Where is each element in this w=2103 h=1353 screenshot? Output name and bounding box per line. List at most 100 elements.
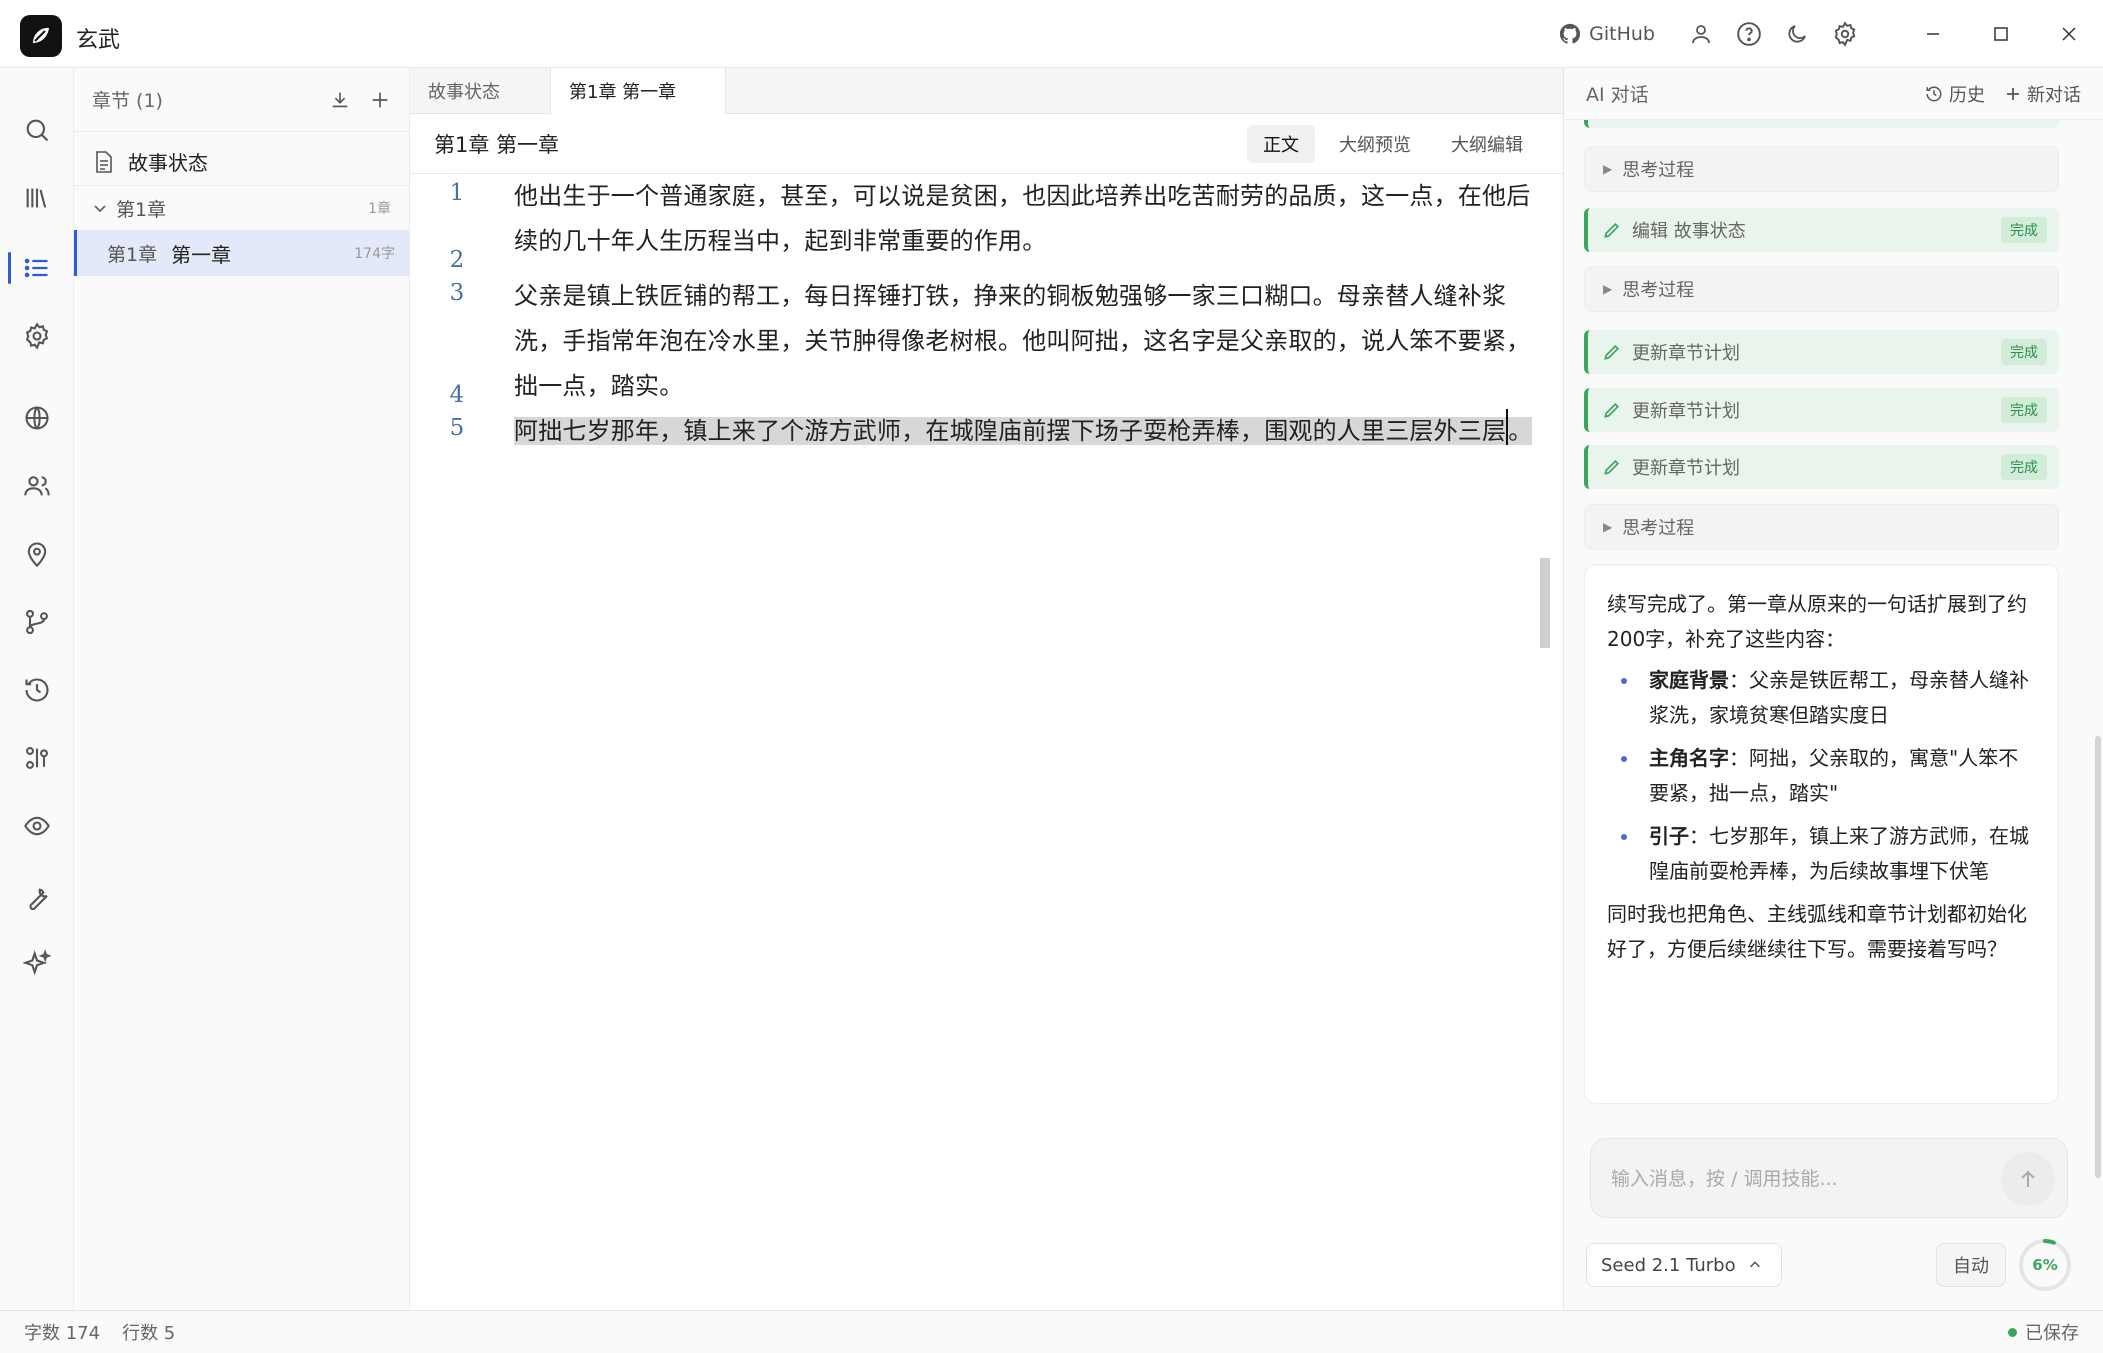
history-button[interactable]: 历史 xyxy=(1925,81,1985,107)
arrow-up-icon xyxy=(2021,1170,2035,1187)
caret-right-icon: ▶ xyxy=(1603,162,1613,176)
bullet-text: ：七岁那年，镇上来了游方武师，在城隍庙前耍枪弄棒，为后续故事埋下伏笔 xyxy=(1649,824,2029,883)
rail-search[interactable] xyxy=(0,102,74,158)
selected-text-end: 层 xyxy=(1482,417,1507,445)
editor-header: 第1章 第一章 正文 大纲预览 大纲编辑 xyxy=(410,114,1563,174)
view-tab-outline-edit[interactable]: 大纲编辑 xyxy=(1435,125,1539,163)
github-label: GitHub xyxy=(1589,23,1655,45)
thinking-toggle[interactable]: ▶ 思考过程 xyxy=(1584,504,2059,550)
status-badge: 完成 xyxy=(2001,397,2047,423)
rail-chapters[interactable] xyxy=(0,240,74,296)
branch-icon xyxy=(26,609,48,635)
chat-input[interactable] xyxy=(1611,1161,1991,1197)
chapter-panel-header: 章节 (1) xyxy=(74,68,409,132)
chapter-panel: 章节 (1) 故事状态 第1章 1章 第1章 第一章 174字 xyxy=(74,68,410,1310)
rail-library[interactable] xyxy=(0,170,74,226)
rail-world[interactable] xyxy=(0,390,74,446)
message-outro: 同时我也把角色、主线弧线和章节计划都初始化好了，方便后续继续往下写。需要接着写吗… xyxy=(1607,902,2027,961)
rail-settings[interactable] xyxy=(0,308,74,364)
tab-story-status[interactable]: 故事状态 xyxy=(410,68,550,114)
chapter-name: 第一章 xyxy=(171,242,232,267)
tool-call-card[interactable]: 编辑 故事状态 完成 xyxy=(1584,208,2059,252)
download-icon[interactable] xyxy=(329,89,351,111)
send-button[interactable] xyxy=(2001,1152,2055,1206)
close-button[interactable] xyxy=(2035,0,2103,68)
tool-call-label: 更新章节计划 xyxy=(1632,401,1740,422)
ai-chat-panel: AI 对话 历史 新对话 ▶ 思考过程 编辑 故事状态 完成 ▶ 思考过程 更新… xyxy=(1563,68,2103,1310)
rail-history[interactable] xyxy=(0,662,74,718)
line-text[interactable]: 他出生于一个普通家庭，甚至，可以说是贫困，也因此培养出吃苦耐劳的品质，这一点，在… xyxy=(514,174,1554,264)
selected-text: 阿拙七岁那年，镇上来了个游方武师，在城隍庙前摆下场子耍枪弄棒，围观的人里三层外三 xyxy=(514,417,1482,445)
sliders-icon xyxy=(26,747,48,769)
rail-preview[interactable] xyxy=(0,798,74,854)
github-link[interactable]: GitHub xyxy=(1559,23,1655,45)
selection-edge-marker xyxy=(1540,558,1550,648)
line-number: 4 xyxy=(449,382,465,408)
thinking-toggle[interactable]: ▶ 思考过程 xyxy=(1584,146,2059,192)
model-label: Seed 2.1 Turbo xyxy=(1601,1254,1736,1276)
user-button[interactable] xyxy=(1677,10,1725,58)
chapter-count-title: 章节 (1) xyxy=(92,90,163,112)
rail-ai-skills[interactable] xyxy=(0,936,74,992)
theme-toggle-button[interactable] xyxy=(1773,10,1821,58)
model-selector[interactable]: Seed 2.1 Turbo xyxy=(1586,1243,1782,1287)
pencil-icon xyxy=(1604,222,1620,238)
rail-locations[interactable] xyxy=(0,526,74,582)
story-status-item[interactable]: 故事状态 xyxy=(74,138,409,186)
map-pin-icon xyxy=(27,542,47,568)
users-icon xyxy=(24,476,50,496)
thinking-toggle[interactable]: ▶ 思考过程 xyxy=(1584,266,2059,312)
volume-row[interactable]: 第1章 1章 xyxy=(74,186,409,230)
tool-call-card[interactable]: 更新章节计划 完成 xyxy=(1584,388,2059,432)
list-icon xyxy=(24,258,48,278)
status-badge: 完成 xyxy=(2001,217,2047,243)
tool-call-card[interactable]: 更新章节计划 完成 xyxy=(1584,445,2059,489)
help-icon xyxy=(1737,22,1761,46)
chat-scrollbar[interactable] xyxy=(2095,736,2101,1178)
thinking-label: 思考过程 xyxy=(1622,160,1695,181)
caret-right-icon: ▶ xyxy=(1603,520,1613,534)
minimize-button[interactable] xyxy=(1899,0,1967,68)
maximize-icon xyxy=(1994,27,2008,41)
tab-chapter-1[interactable]: 第1章 第一章 xyxy=(550,68,726,114)
history-label: 历史 xyxy=(1949,84,1985,106)
new-chat-button[interactable]: 新对话 xyxy=(2005,81,2081,107)
ai-panel-header: AI 对话 历史 新对话 xyxy=(1564,68,2103,120)
line-number: 5 xyxy=(449,415,465,441)
chapter-item[interactable]: 第1章 第一章 174字 xyxy=(74,230,409,276)
add-chapter-icon[interactable] xyxy=(369,89,391,111)
app-logo-icon xyxy=(20,15,62,57)
bullet-key: 家庭背景 xyxy=(1649,668,1729,692)
bullet-key: 主角名字 xyxy=(1649,746,1729,770)
help-button[interactable] xyxy=(1725,10,1773,58)
rail-tools[interactable] xyxy=(0,868,74,924)
line-number: 3 xyxy=(449,280,465,306)
saved-dot-icon xyxy=(2008,1327,2017,1337)
bullet-key: 引子 xyxy=(1649,824,1689,848)
globe-icon xyxy=(25,406,49,430)
close-icon xyxy=(2062,27,2076,41)
rail-arcs[interactable] xyxy=(0,730,74,786)
pencil-icon xyxy=(1604,402,1620,418)
auto-mode-button[interactable]: 自动 xyxy=(1936,1243,2006,1287)
maximize-button[interactable] xyxy=(1967,0,2035,68)
rail-plot[interactable] xyxy=(0,594,74,650)
tool-call-card[interactable]: 更新章节计划 完成 xyxy=(1584,330,2059,374)
editor-title: 第1章 第一章 xyxy=(434,132,560,157)
view-tab-text[interactable]: 正文 xyxy=(1247,124,1315,163)
cog-icon xyxy=(25,322,49,350)
ai-panel-title: AI 对话 xyxy=(1586,84,1649,106)
app-title: 玄武 xyxy=(76,28,121,53)
message-bullet: 引子：七岁那年，镇上来了游方武师，在城隍庙前耍枪弄棒，为后续故事埋下伏笔 xyxy=(1607,819,2036,889)
line-text[interactable]: 父亲是镇上铁匠铺的帮工，每日挥锤打铁，挣来的铜板勉强够一家三口糊口。母亲替人缝补… xyxy=(514,274,1554,409)
rail-characters[interactable] xyxy=(0,458,74,514)
saved-label: 已保存 xyxy=(2025,1323,2079,1344)
history-icon xyxy=(1926,85,1942,101)
context-usage-label: 6% xyxy=(2032,1256,2058,1274)
line-text-selected[interactable]: 阿拙七岁那年，镇上来了个游方武师，在城隍庙前摆下场子耍枪弄棒，围观的人里三层外三… xyxy=(514,409,1554,454)
view-tab-outline-preview[interactable]: 大纲预览 xyxy=(1323,125,1427,163)
minimize-icon xyxy=(1927,33,1939,35)
save-status: 已保存 xyxy=(2008,1319,2079,1345)
settings-button[interactable] xyxy=(1821,10,1869,58)
volume-label: 第1章 xyxy=(116,198,167,221)
